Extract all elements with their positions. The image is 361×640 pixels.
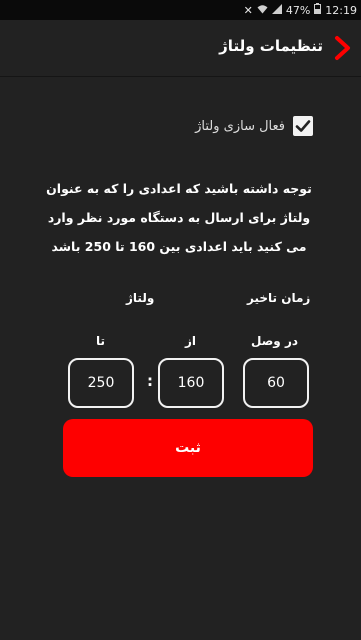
silent-icon: ✕ xyxy=(243,3,253,17)
wifi-icon xyxy=(257,4,268,17)
screen: ✕ 47% 12:19 تنظیمات ولتاژ فعال سازی ولتا… xyxy=(0,0,361,640)
app-bar: تنظیمات ولتاژ xyxy=(0,20,361,77)
voltage-header: ولتاژ xyxy=(126,291,155,305)
enable-voltage-row[interactable]: فعال سازی ولتاژ xyxy=(195,116,313,136)
voltage-from-input[interactable]: 160 xyxy=(158,358,224,408)
delay-time-header: زمان تاخیر xyxy=(247,291,311,305)
clock: 12:19 xyxy=(325,3,357,17)
page-title: تنظیمات ولتاژ xyxy=(219,37,323,55)
voltage-to-input[interactable]: 250 xyxy=(68,358,134,408)
enable-voltage-label: فعال سازی ولتاژ xyxy=(195,118,285,134)
range-separator: : xyxy=(147,372,153,390)
signal-icon xyxy=(271,3,282,17)
back-arrow-icon[interactable] xyxy=(331,33,355,63)
from-header: از xyxy=(185,334,197,348)
voltage-note: توجه داشته باشید که اعدادی را که به عنوا… xyxy=(46,181,312,254)
on-connect-header: در وصل xyxy=(251,334,299,348)
delay-input[interactable]: 60 xyxy=(243,358,309,408)
to-header: تا xyxy=(96,334,106,348)
status-bar: ✕ 47% 12:19 xyxy=(0,0,361,20)
battery-percent: 47% xyxy=(285,3,311,17)
battery-icon xyxy=(314,3,322,17)
submit-button[interactable]: ثبت xyxy=(63,419,313,477)
enable-voltage-checkbox[interactable] xyxy=(293,116,313,136)
checkmark-icon xyxy=(295,120,311,132)
